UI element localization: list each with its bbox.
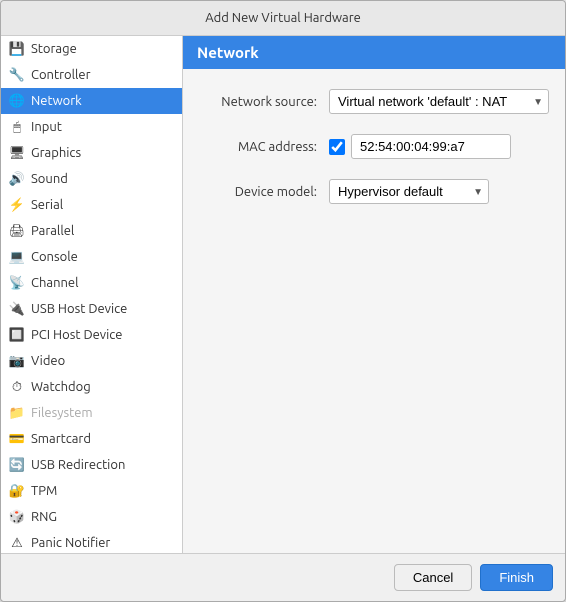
sidebar-item-label-usb-redirection: USB Redirection [31, 458, 125, 472]
smartcard-icon: 💳 [9, 431, 25, 447]
device-model-select[interactable]: Hypervisor defaultvirtioe1000rtl8139 [329, 179, 489, 204]
dialog-body: 💾 Storage 🔧 Controller 🌐 Network 🖱 Input 🖥 Graphi… [1, 36, 565, 553]
sidebar-item-parallel[interactable]: 🖨 Parallel [1, 218, 182, 244]
sidebar-item-label-rng: RNG [31, 510, 57, 524]
sidebar-item-input[interactable]: 🖱 Input [1, 114, 182, 140]
sidebar-item-label-sound: Sound [31, 172, 68, 186]
sidebar-item-label-filesystem: Filesystem [31, 406, 93, 420]
sidebar-item-serial[interactable]: ⚡ Serial [1, 192, 182, 218]
dialog-title: Add New Virtual Hardware [1, 1, 565, 36]
device-model-row: Device model: Hypervisor defaultvirtioe1… [199, 179, 549, 204]
sidebar-item-console[interactable]: 💻 Console [1, 244, 182, 270]
network-icon: 🌐 [9, 93, 25, 109]
cancel-button[interactable]: Cancel [394, 564, 472, 591]
sidebar-item-usb-host-device[interactable]: 🔌 USB Host Device [1, 296, 182, 322]
sidebar-item-label-serial: Serial [31, 198, 63, 212]
device-model-select-wrapper: Hypervisor defaultvirtioe1000rtl8139 [329, 179, 489, 204]
sidebar-item-channel[interactable]: 📡 Channel [1, 270, 182, 296]
sidebar: 💾 Storage 🔧 Controller 🌐 Network 🖱 Input 🖥 Graphi… [1, 36, 183, 553]
content-header: Network [183, 36, 565, 69]
finish-button[interactable]: Finish [480, 564, 553, 591]
network-source-label: Network source: [199, 95, 329, 109]
sidebar-item-label-video: Video [31, 354, 65, 368]
sidebar-item-smartcard[interactable]: 💳 Smartcard [1, 426, 182, 452]
content-area: Network Network source: Virtual network … [183, 36, 565, 553]
device-model-control: Hypervisor defaultvirtioe1000rtl8139 [329, 179, 489, 204]
sidebar-item-label-pci-host-device: PCI Host Device [31, 328, 122, 342]
sidebar-item-label-graphics: Graphics [31, 146, 81, 160]
sidebar-item-label-panic-notifier: Panic Notifier [31, 536, 110, 550]
mac-address-checkbox[interactable] [329, 139, 345, 155]
sidebar-item-label-input: Input [31, 120, 62, 134]
serial-icon: ⚡ [9, 197, 25, 213]
sidebar-item-label-network: Network [31, 94, 82, 108]
sidebar-item-storage[interactable]: 💾 Storage [1, 36, 182, 62]
sidebar-item-label-controller: Controller [31, 68, 91, 82]
channel-icon: 📡 [9, 275, 25, 291]
rng-icon: 🎲 [9, 509, 25, 525]
sidebar-item-controller[interactable]: 🔧 Controller [1, 62, 182, 88]
device-model-label: Device model: [199, 185, 329, 199]
network-source-select-wrapper: Virtual network 'default' : NATHost devi… [329, 89, 549, 114]
pci-host-device-icon: 🔲 [9, 327, 25, 343]
mac-address-label: MAC address: [199, 140, 329, 154]
console-icon: 💻 [9, 249, 25, 265]
mac-address-input[interactable]: 52:54:00:04:99:a7 [351, 134, 511, 159]
watchdog-icon: ⏱ [9, 379, 25, 395]
panic-notifier-icon: ⚠ [9, 535, 25, 551]
usb-redirection-icon: 🔄 [9, 457, 25, 473]
sidebar-item-label-usb-host-device: USB Host Device [31, 302, 127, 316]
sidebar-item-label-watchdog: Watchdog [31, 380, 91, 394]
sidebar-item-network[interactable]: 🌐 Network [1, 88, 182, 114]
sidebar-item-tpm[interactable]: 🔐 TPM [1, 478, 182, 504]
video-icon: 📷 [9, 353, 25, 369]
sound-icon: 🔊 [9, 171, 25, 187]
network-source-row: Network source: Virtual network 'default… [199, 89, 549, 114]
sidebar-item-label-channel: Channel [31, 276, 79, 290]
sidebar-item-label-parallel: Parallel [31, 224, 74, 238]
mac-address-control: 52:54:00:04:99:a7 [329, 134, 511, 159]
sidebar-item-sound[interactable]: 🔊 Sound [1, 166, 182, 192]
sidebar-item-label-console: Console [31, 250, 78, 264]
sidebar-item-watchdog[interactable]: ⏱ Watchdog [1, 374, 182, 400]
graphics-icon: 🖥 [9, 145, 25, 161]
sidebar-item-label-tpm: TPM [31, 484, 57, 498]
controller-icon: 🔧 [9, 67, 25, 83]
mac-address-row: MAC address: 52:54:00:04:99:a7 [199, 134, 549, 159]
storage-icon: 💾 [9, 41, 25, 57]
filesystem-icon: 📁 [9, 405, 25, 421]
dialog-footer: Cancel Finish [1, 553, 565, 601]
tpm-icon: 🔐 [9, 483, 25, 499]
add-hardware-dialog: Add New Virtual Hardware 💾 Storage 🔧 Contro… [0, 0, 566, 602]
input-icon: 🖱 [9, 119, 25, 135]
parallel-icon: 🖨 [9, 223, 25, 239]
sidebar-item-usb-redirection[interactable]: 🔄 USB Redirection [1, 452, 182, 478]
sidebar-item-pci-host-device[interactable]: 🔲 PCI Host Device [1, 322, 182, 348]
sidebar-item-filesystem: 📁 Filesystem [1, 400, 182, 426]
sidebar-item-video[interactable]: 📷 Video [1, 348, 182, 374]
usb-host-device-icon: 🔌 [9, 301, 25, 317]
network-source-select[interactable]: Virtual network 'default' : NATHost devi… [329, 89, 549, 114]
network-source-control: Virtual network 'default' : NATHost devi… [329, 89, 549, 114]
sidebar-item-panic-notifier[interactable]: ⚠ Panic Notifier [1, 530, 182, 553]
sidebar-item-graphics[interactable]: 🖥 Graphics [1, 140, 182, 166]
sidebar-item-label-storage: Storage [31, 42, 77, 56]
sidebar-item-label-smartcard: Smartcard [31, 432, 91, 446]
sidebar-item-rng[interactable]: 🎲 RNG [1, 504, 182, 530]
